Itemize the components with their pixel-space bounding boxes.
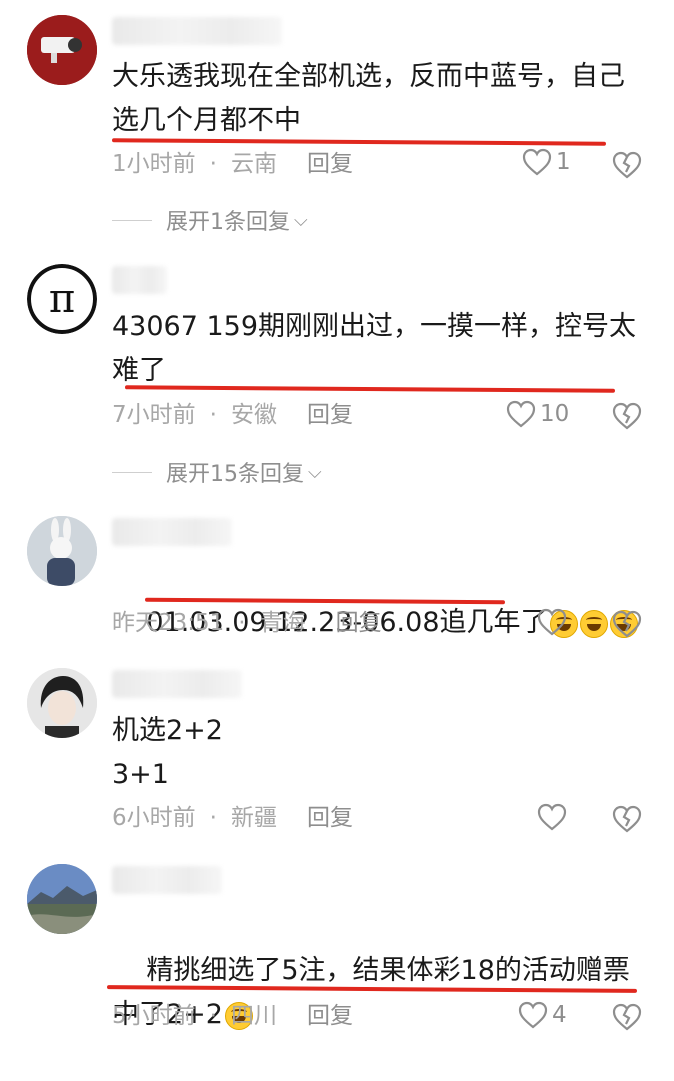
comment-time: 1小时前 <box>112 151 196 177</box>
like-count: 1 <box>556 149 571 175</box>
reply-button[interactable]: 回复 <box>307 999 353 1033</box>
heart-icon <box>537 608 567 636</box>
comment-time: 昨天23:51 <box>112 610 225 636</box>
heart-icon <box>537 803 567 831</box>
broken-heart-icon[interactable] <box>611 804 643 834</box>
expand-replies-button[interactable]: 展开15条回复 ⌵ <box>112 456 322 488</box>
like-button[interactable]: 4 <box>518 1001 567 1029</box>
username-blurred[interactable] <box>112 866 222 894</box>
reply-button[interactable]: 回复 <box>336 606 382 640</box>
separator-dot: · <box>238 610 246 636</box>
camera-avatar-icon[interactable] <box>27 15 97 85</box>
reply-button[interactable]: 回复 <box>307 801 353 835</box>
reply-button[interactable]: 回复 <box>307 398 353 432</box>
comment-text: 43067 159期刚刚出过，一摸一样，控号太难了 <box>112 311 637 386</box>
svg-text:π: π <box>49 276 75 322</box>
laughing-emoji-icon <box>579 609 608 638</box>
like-button[interactable]: 10 <box>506 400 569 428</box>
divider-line <box>112 471 152 473</box>
separator-dot: · <box>209 805 217 831</box>
heart-icon <box>518 1001 548 1029</box>
comment-meta: 5小时前 · 四川 回复 <box>112 999 353 1033</box>
comment-meta: 7小时前 · 安徽 回复 <box>112 398 353 432</box>
person-avatar-icon[interactable] <box>27 668 97 738</box>
separator-dot: · <box>209 151 217 177</box>
comment-location: 四川 <box>230 1003 277 1029</box>
username-blurred[interactable] <box>112 17 282 45</box>
rabbit-avatar-icon[interactable] <box>27 516 97 586</box>
comment-time: 5小时前 <box>112 1003 196 1029</box>
comment-text: 精挑细选了5注，结果体彩18的活动赠票中了2+2 <box>112 905 642 1081</box>
divider-line <box>112 219 152 221</box>
separator-dot: · <box>209 1003 217 1029</box>
comment-text: 大乐透我现在全部机选，反而中蓝号，自己选几个月都不中 <box>112 61 625 136</box>
expand-replies-label: 展开15条回复 <box>166 462 304 487</box>
landscape-avatar-icon[interactable] <box>27 864 97 934</box>
comment-meta: 6小时前 · 新疆 回复 <box>112 801 353 835</box>
username-blurred[interactable] <box>112 266 167 294</box>
comment-time: 7小时前 <box>112 402 196 428</box>
pi-avatar-icon[interactable]: π <box>27 264 97 334</box>
expand-replies-label: 展开1条回复 <box>166 210 290 235</box>
comment-location: 青海 <box>259 610 306 636</box>
comment-meta: 昨天23:51 · 青海 回复 <box>112 606 382 640</box>
heart-icon <box>522 148 552 176</box>
username-blurred[interactable] <box>112 670 242 698</box>
comment-location: 云南 <box>230 151 277 177</box>
like-button[interactable] <box>537 803 567 831</box>
broken-heart-icon[interactable] <box>611 609 643 639</box>
chevron-down-icon: ⌵ <box>294 209 308 231</box>
broken-heart-icon[interactable] <box>611 401 643 431</box>
broken-heart-icon[interactable] <box>611 150 643 180</box>
like-count: 10 <box>540 401 570 427</box>
chevron-down-icon: ⌵ <box>308 461 322 483</box>
reply-button[interactable]: 回复 <box>307 147 353 181</box>
like-count: 4 <box>552 1002 567 1028</box>
comment-text: 机选2+2 3+1 <box>112 715 223 790</box>
like-button[interactable] <box>537 608 567 636</box>
comment-location: 新疆 <box>230 805 277 831</box>
heart-icon <box>506 400 536 428</box>
expand-replies-button[interactable]: 展开1条回复 ⌵ <box>112 204 308 236</box>
comment-location: 安徽 <box>230 402 277 428</box>
broken-heart-icon[interactable] <box>611 1002 643 1032</box>
comment-meta: 1小时前 · 云南 回复 <box>112 147 353 181</box>
username-blurred[interactable] <box>112 518 232 546</box>
like-button[interactable]: 1 <box>522 148 571 176</box>
comment-time: 6小时前 <box>112 805 196 831</box>
separator-dot: · <box>209 402 217 428</box>
